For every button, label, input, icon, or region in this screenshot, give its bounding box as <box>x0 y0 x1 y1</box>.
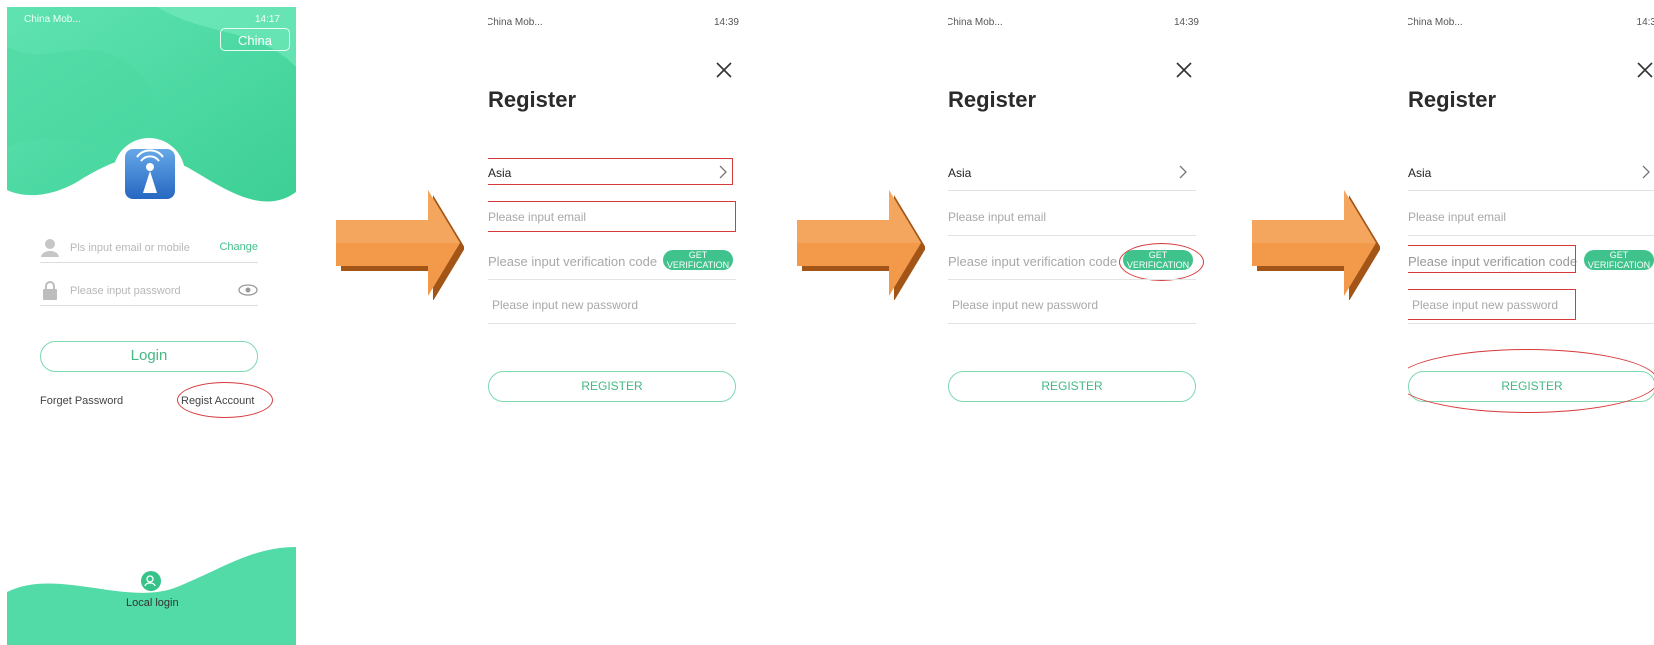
status-carrier: China Mob... <box>1408 17 1463 28</box>
chevron-right-icon[interactable] <box>1641 165 1651 179</box>
status-carrier: China Mob... <box>948 17 1003 28</box>
login-screen: China Mob... 14:17 China Pls input email… <box>7 7 296 645</box>
divider <box>1408 235 1654 236</box>
register-screen-1: China Mob... 14:39 Register Asia Please … <box>488 7 777 645</box>
user-icon <box>41 239 59 257</box>
highlight-regist-account <box>177 382 273 418</box>
flow-arrow-1 <box>336 190 464 300</box>
register-button[interactable]: REGISTER <box>488 371 736 402</box>
get-verification-button[interactable]: GET VERIFICATION <box>1584 250 1654 270</box>
close-icon[interactable] <box>1173 59 1195 81</box>
new-password-input[interactable]: Please input new password <box>952 298 1098 312</box>
divider <box>948 190 1196 191</box>
app-logo-icon <box>125 149 175 199</box>
status-carrier: China Mob... <box>488 17 543 28</box>
local-login-label[interactable]: Local login <box>126 597 179 609</box>
password-field[interactable]: Please input password <box>40 279 258 306</box>
forget-password-link[interactable]: Forget Password <box>40 395 123 407</box>
region-value[interactable]: Asia <box>948 166 971 180</box>
password-input[interactable]: Please input password <box>70 285 181 297</box>
local-login-icon[interactable] <box>141 571 161 591</box>
highlight-email <box>488 201 736 232</box>
register-button[interactable]: REGISTER <box>948 371 1196 402</box>
eye-icon[interactable] <box>238 282 258 298</box>
get-verification-button[interactable]: GET VERIFICATION <box>663 250 733 270</box>
page-title: Register <box>1408 87 1497 112</box>
status-time: 14:3 <box>1636 17 1654 28</box>
email-input[interactable]: Please input email <box>948 210 1046 224</box>
chevron-right-icon[interactable] <box>1178 165 1188 179</box>
divider <box>488 279 736 280</box>
change-link[interactable]: Change <box>219 241 258 253</box>
status-carrier: China Mob... <box>24 14 81 25</box>
status-time: 14:17 <box>254 14 280 25</box>
verification-input[interactable]: Please input verification code <box>488 254 657 269</box>
highlight-register-button <box>1408 349 1654 413</box>
divider <box>1408 190 1654 191</box>
register-screen-2: China Mob... 14:39 Register Asia Please … <box>948 7 1237 645</box>
divider <box>948 279 1196 280</box>
account-field[interactable]: Pls input email or mobile Change <box>40 236 258 263</box>
divider <box>948 235 1196 236</box>
highlight-get-verification <box>1119 243 1204 281</box>
divider <box>488 323 736 324</box>
footer-wave-background <box>7 547 296 645</box>
account-input[interactable]: Pls input email or mobile <box>70 242 190 254</box>
region-value[interactable]: Asia <box>1408 166 1431 180</box>
lock-icon <box>43 281 57 300</box>
page-title: Register <box>488 87 577 112</box>
close-icon[interactable] <box>713 59 735 81</box>
verification-input[interactable]: Please input verification code <box>948 254 1117 269</box>
flow-arrow-3 <box>1252 190 1380 300</box>
close-icon[interactable] <box>1634 59 1654 81</box>
new-password-input[interactable]: Please input new password <box>492 298 638 312</box>
highlight-verification-code <box>1408 245 1576 273</box>
flow-arrow-2 <box>797 190 925 300</box>
divider <box>1408 323 1654 324</box>
highlight-new-password <box>1408 289 1576 320</box>
region-button[interactable]: China <box>220 28 290 51</box>
divider <box>948 323 1196 324</box>
email-input[interactable]: Please input email <box>1408 210 1506 224</box>
status-time: 14:39 <box>1173 17 1199 28</box>
register-screen-3: China Mob... 14:3 Register Asia Please i… <box>1408 7 1654 645</box>
status-time: 14:39 <box>713 17 739 28</box>
login-button[interactable]: Login <box>40 341 258 372</box>
highlight-region <box>488 158 733 185</box>
page-title: Register <box>948 87 1037 112</box>
